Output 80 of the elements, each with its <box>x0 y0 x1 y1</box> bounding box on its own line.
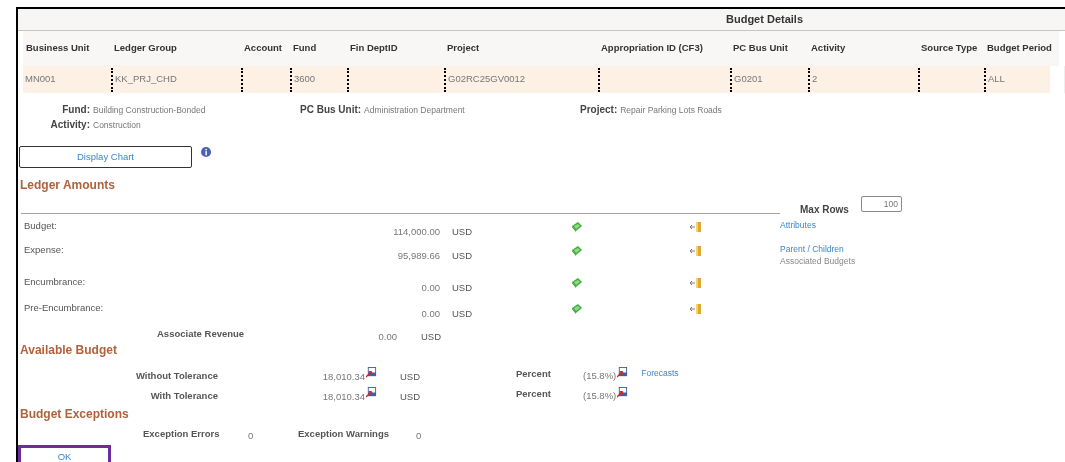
section-heading: Ledger Amounts <box>20 177 116 194</box>
field-label: Percent <box>516 367 552 381</box>
door-arrow-icon[interactable] <box>690 245 702 257</box>
money-icon[interactable] <box>571 303 583 315</box>
field-label: Percent <box>516 387 552 401</box>
door-arrow-icon[interactable] <box>690 277 702 289</box>
currency-label: USD <box>400 390 422 404</box>
currency-label: USD <box>452 281 474 295</box>
column-header: PC Bus Unit <box>732 41 789 56</box>
column-header: Source Type <box>920 41 979 56</box>
chart-icon[interactable] <box>617 387 629 398</box>
column-header: Activity <box>810 41 847 56</box>
money-icon[interactable] <box>571 245 583 257</box>
currency-label: USD <box>452 225 474 239</box>
field-label: Exception Warnings <box>298 427 390 441</box>
field-value: Building Construction-Bonded <box>93 104 206 117</box>
link[interactable]: Parent / Children <box>780 243 856 255</box>
table-cell: KK_PRJ_CHD <box>111 67 241 92</box>
field-label: Encumbrance: <box>24 275 87 289</box>
link[interactable]: Attributes <box>780 219 816 231</box>
field-label: Budget: <box>24 219 58 233</box>
field-label: Fund: <box>61 103 90 117</box>
field-value: Administration Department <box>364 104 465 117</box>
chart-icon[interactable] <box>366 387 377 398</box>
field-label: Without Tolerance <box>134 369 218 383</box>
column-header: Project <box>446 41 481 56</box>
column-header: Fin DeptID <box>349 41 399 56</box>
field-label: PC Bus Unit: <box>300 103 362 117</box>
field-label: Pre-Encumbrance: <box>24 301 105 315</box>
currency-label: USD <box>452 307 474 321</box>
field-value: 95,989.66 <box>396 249 440 263</box>
field-label: Exception Errors <box>143 427 221 441</box>
currency-label: USD <box>400 370 422 384</box>
field-label: Project: <box>580 103 618 117</box>
table-cell: G02RC25GV0012 <box>444 67 598 92</box>
field-label: Activity: <box>49 118 90 132</box>
column-header: Budget Period <box>986 41 1050 56</box>
section-heading: Budget Exceptions <box>20 406 130 423</box>
chart-icon[interactable] <box>617 367 629 378</box>
field-value: 18,010.34 <box>321 370 365 384</box>
currency-label: USD <box>452 249 474 263</box>
field-value: Construction <box>93 119 141 132</box>
display-chart-button[interactable]: Display Chart <box>19 146 192 168</box>
table-cell-text: MN001 <box>24 72 57 87</box>
field-label: Expense: <box>24 243 65 257</box>
column-header: Account <box>243 41 283 56</box>
table-cell: G0201 <box>730 67 808 92</box>
section-heading: Available Budget <box>20 342 118 359</box>
field-label: With Tolerance <box>149 389 218 403</box>
chart-icon[interactable] <box>366 367 377 378</box>
field-value: 0 <box>248 429 255 443</box>
field-value: 0.00 <box>377 330 397 344</box>
currency-label: USD <box>421 330 442 344</box>
field-value: (15.8%) <box>583 389 617 403</box>
field-value: 0.00 <box>420 281 440 295</box>
ok-button[interactable]: OK <box>18 445 111 462</box>
column-header: Fund <box>292 41 318 56</box>
door-arrow-icon[interactable] <box>690 221 702 233</box>
note-text: Associated Budgets <box>780 255 856 267</box>
info-icon[interactable] <box>201 147 212 158</box>
forecasts-link[interactable]: Forecasts <box>641 367 679 380</box>
money-icon[interactable] <box>571 277 583 289</box>
field-value: 114,000.00 <box>392 225 440 239</box>
table-cell: 3600 <box>290 67 347 92</box>
table-cell: 2 <box>808 67 918 92</box>
field-value: Repair Parking Lots Roads <box>620 104 722 117</box>
window-title: Budget Details <box>726 12 803 28</box>
field-value: 0.00 <box>420 307 440 321</box>
field-value: 18,010.34 <box>321 390 365 404</box>
field-label: Max Rows <box>800 203 849 217</box>
field-value: (15.8%) <box>583 369 617 383</box>
table-cell: ALL <box>984 67 1050 92</box>
field-value: 0 <box>416 429 422 443</box>
field-label: Associate Revenue <box>157 327 246 341</box>
column-header: Ledger Group <box>113 41 178 56</box>
max-rows-field[interactable]: 100 <box>860 196 902 212</box>
column-header: Business Unit <box>25 41 91 56</box>
money-icon[interactable] <box>571 221 583 233</box>
column-header: Appropriation ID (CF3) <box>600 41 704 56</box>
door-arrow-icon[interactable] <box>690 303 702 315</box>
